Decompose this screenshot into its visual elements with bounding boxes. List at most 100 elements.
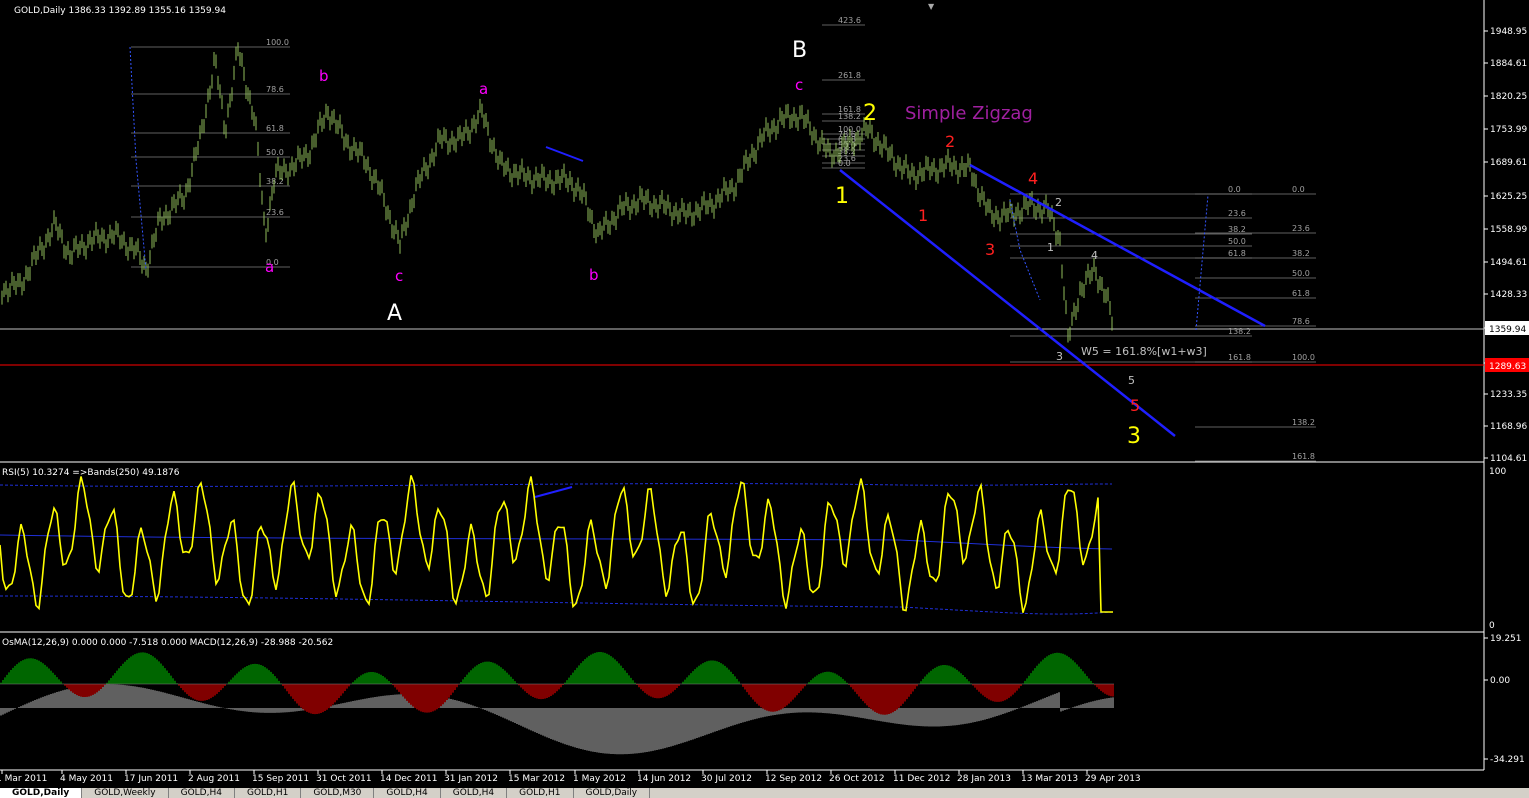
fib-level-label: 61.8 (1292, 289, 1310, 298)
chart-area[interactable] (0, 0, 1484, 770)
fib-level-label: 50.0 (266, 148, 284, 157)
time-label: 12 Sep 2012 (765, 774, 822, 784)
time-label: 26 Oct 2012 (829, 774, 885, 784)
price-label: 1753.99 (1490, 125, 1527, 135)
time-axis: 1 Mar 2011 4 May 2011 17 Jun 2011 2 Aug 201… (0, 770, 1141, 784)
price-label: 1168.96 (1490, 422, 1527, 432)
fib-level-label: 38.2 (266, 177, 284, 186)
fib-level-label: 61.8 (266, 124, 284, 133)
time-label: 31 Jan 2012 (444, 774, 498, 784)
fib-level-label: 38.2 (1292, 249, 1310, 258)
time-label: 14 Dec 2011 (380, 774, 438, 784)
time-label: 15 Mar 2012 (508, 774, 565, 784)
wave-label-r4: 4 (1028, 169, 1038, 188)
chart-tab[interactable]: GOLD,Daily (0, 788, 83, 798)
price-label: 1884.61 (1490, 59, 1527, 69)
price-label: 1558.99 (1490, 225, 1527, 235)
fib-level-label: 161.8 (1228, 353, 1251, 362)
time-label: 1 May 2012 (573, 774, 626, 784)
price-label: 1104.61 (1490, 454, 1527, 464)
wave-label-c2: c (795, 76, 803, 94)
chart-window: GOLD,Daily 1386.33 1392.89 1355.16 1359.… (0, 0, 1529, 784)
macd-axis-label: 0.00 (1490, 676, 1510, 686)
chart-tab[interactable]: GOLD,H1 (507, 788, 574, 798)
chart-tab[interactable]: GOLD,Daily (574, 788, 651, 798)
fib-level-label: 138.2 (1292, 418, 1315, 427)
wave-label-r5: 5 (1130, 396, 1140, 415)
macd-axis-label: 19.251 (1490, 634, 1522, 644)
price-label: 1494.61 (1490, 258, 1527, 268)
wave-label-r3: 3 (985, 240, 995, 259)
time-label: 31 Oct 2011 (316, 774, 372, 784)
fib-level-label: 0.0 (1292, 185, 1305, 194)
macd-axis-label: -34.291 (1490, 755, 1525, 765)
time-label: 2 Aug 2011 (188, 774, 240, 784)
time-label: 30 Jul 2012 (701, 774, 752, 784)
price-label: 1428.33 (1490, 290, 1527, 300)
wave-label-b2: b (589, 266, 599, 284)
fib-level-label: 423.6 (838, 16, 861, 25)
wave-label-r1: 1 (918, 206, 928, 225)
fib-level-label: 61.8 (1228, 249, 1246, 258)
wave-label-g1: 1 (1047, 241, 1054, 254)
symbol-header: GOLD,Daily 1386.33 1392.89 1355.16 1359.… (14, 6, 226, 16)
wave-label-g4: 4 (1091, 249, 1098, 262)
chart-tab[interactable]: GOLD,H4 (374, 788, 441, 798)
time-label: 28 Jan 2013 (957, 774, 1011, 784)
fib-level-label: 261.8 (838, 71, 861, 80)
chart-tab[interactable]: GOLD,Weekly (82, 788, 169, 798)
fib-level-label: 23.6 (1292, 224, 1310, 233)
price-label: 1233.35 (1490, 390, 1527, 400)
time-label: 13 Mar 2013 (1021, 774, 1078, 784)
time-label: 11 Dec 2012 (893, 774, 951, 784)
chart-tab[interactable]: GOLD,H4 (169, 788, 235, 798)
wave-label-a1: a (265, 258, 274, 276)
time-label: 1 Mar 2011 (0, 774, 47, 784)
time-label: 15 Sep 2011 (252, 774, 309, 784)
fib-level-label: 78.6 (266, 85, 284, 94)
wave-label-g2: 2 (1055, 196, 1062, 209)
fib-level-label: 100.0 (266, 38, 289, 47)
chart-tab[interactable]: GOLD,H1 (235, 788, 302, 798)
fib-level-label: 100.0 (1292, 353, 1315, 362)
wave-label-y2: 2 (863, 101, 877, 126)
fib-level-label: 0.0 (1228, 185, 1241, 194)
price-label: 1689.61 (1490, 158, 1527, 168)
current-price-label: 1359.94 (1489, 325, 1526, 335)
price-label: 1948.95 (1490, 27, 1527, 37)
macd-axis: 19.251 0.00 -34.291 (1484, 634, 1525, 765)
w5-annotation: W5 = 161.8%[w1+w3] (1081, 345, 1207, 358)
wave-label-y3: 3 (1127, 424, 1141, 449)
time-label: 17 Jun 2011 (124, 774, 178, 784)
chart-tabs: GOLD,Daily GOLD,Weekly GOLD,H4 GOLD,H1 GOLD,… (0, 788, 1529, 798)
time-label: 29 Apr 2013 (1085, 774, 1141, 784)
fib-level-label: 50.0 (1292, 269, 1310, 278)
wave-label-g3: 3 (1056, 350, 1063, 363)
wave-label-g5: 5 (1128, 374, 1135, 387)
fib-level-label: 23.6 (266, 208, 284, 217)
wave-label-B: B (792, 38, 807, 63)
wave-label-A: A (387, 301, 402, 326)
time-label: 4 May 2011 (60, 774, 113, 784)
wave-label-b1: b (319, 67, 329, 85)
fib-level-label: 138.2 (838, 112, 861, 121)
chart-tab[interactable]: GOLD,H4 (441, 788, 508, 798)
macd-header: OsMA(12,26,9) 0.000 0.000 -7.518 0.000 M… (2, 638, 333, 648)
fib-level-label: 78.6 (1292, 317, 1310, 326)
chart-tab[interactable]: GOLD,M30 (301, 788, 375, 798)
scroll-marker-icon[interactable]: ▼ (928, 2, 935, 11)
title-annotation: Simple Zigzag (905, 103, 1033, 124)
red-price-label: 1289.63 (1489, 362, 1526, 372)
fib-level-label: 23.6 (1228, 209, 1246, 218)
fib-level-label: 161.8 (1292, 452, 1315, 461)
time-label: 14 Jun 2012 (637, 774, 691, 784)
wave-label-a2: a (479, 80, 488, 98)
wave-label-r2: 2 (945, 132, 955, 151)
price-label: 1820.25 (1490, 92, 1527, 102)
fib-level-label: 138.2 (1228, 327, 1251, 336)
price-axis: 1948.95 1884.61 1820.25 1753.99 1689.61 1625.… (1484, 27, 1527, 464)
rsi-axis-top: 100 (1489, 467, 1506, 477)
rsi-axis-bottom: 0 (1489, 621, 1495, 631)
price-label: 1625.25 (1490, 192, 1527, 202)
wave-label-y1: 1 (835, 184, 849, 209)
